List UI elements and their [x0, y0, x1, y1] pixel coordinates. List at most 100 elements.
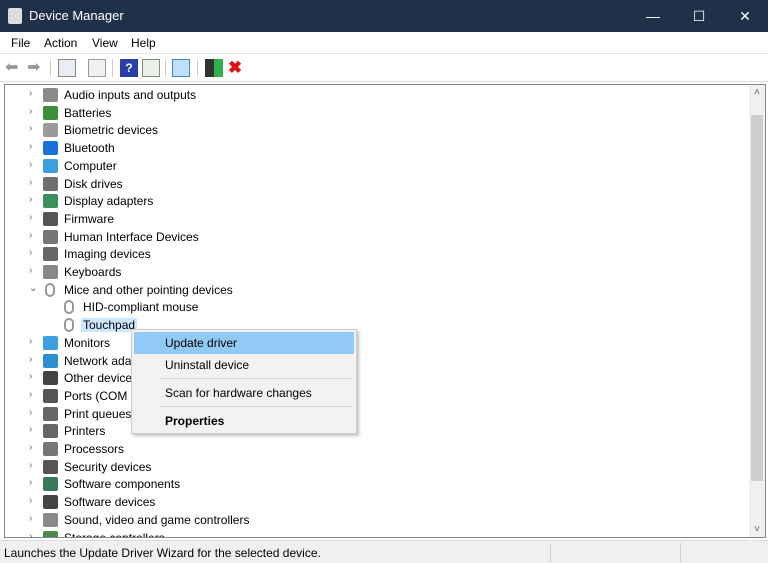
- chevron-right-icon[interactable]: ›: [29, 123, 39, 134]
- forward-icon[interactable]: ➡: [27, 59, 45, 77]
- minimize-button[interactable]: —: [630, 0, 676, 32]
- tree-item[interactable]: › Human Interface Devices: [5, 228, 749, 246]
- device-icon: [43, 495, 58, 510]
- uninstall-icon[interactable]: ✖: [226, 59, 244, 77]
- tree-item[interactable]: › Software devices: [5, 493, 749, 511]
- tree-item[interactable]: › Computer: [5, 157, 749, 175]
- tree-item[interactable]: Touchpad: [5, 316, 749, 334]
- tree-item[interactable]: › Disk drives: [5, 175, 749, 193]
- chevron-right-icon[interactable]: ›: [29, 513, 39, 524]
- toolbar: ⬅ ➡ ? ✖: [0, 54, 768, 82]
- tree-item[interactable]: › Audio inputs and outputs: [5, 86, 749, 104]
- tree-item[interactable]: ⌄ Mice and other pointing devices: [5, 281, 749, 299]
- tree-item-label: Monitors: [64, 335, 111, 350]
- chevron-right-icon[interactable]: ›: [29, 247, 39, 258]
- menu-separator: [160, 406, 352, 407]
- chevron-right-icon[interactable]: ›: [29, 177, 39, 188]
- chevron-down-icon[interactable]: ⌄: [29, 283, 39, 294]
- tree-item-label: Computer: [64, 158, 117, 173]
- chevron-right-icon[interactable]: ›: [29, 389, 39, 400]
- chevron-right-icon[interactable]: ›: [29, 371, 39, 382]
- chevron-right-icon[interactable]: ›: [29, 106, 39, 117]
- chevron-right-icon[interactable]: ›: [29, 230, 39, 241]
- speaker-icon: [43, 88, 58, 102]
- chevron-right-icon[interactable]: ›: [29, 477, 39, 488]
- tree-item[interactable]: › Keyboards: [5, 263, 749, 281]
- scrollbar-thumb[interactable]: [751, 115, 763, 481]
- chevron-right-icon[interactable]: ›: [29, 336, 39, 347]
- tree-item-label: Security devices: [64, 459, 152, 474]
- tree-item-label: Print queues: [64, 406, 132, 421]
- action-pane-icon[interactable]: [142, 59, 160, 77]
- tree-item-label: Firmware: [64, 211, 114, 226]
- tree-item[interactable]: › Processors: [5, 440, 749, 458]
- chevron-right-icon[interactable]: ›: [29, 265, 39, 276]
- menu-file[interactable]: File: [11, 36, 30, 50]
- chevron-right-icon[interactable]: ›: [29, 531, 39, 538]
- tree-item[interactable]: › Storage controllers: [5, 529, 749, 538]
- chevron-right-icon[interactable]: ›: [29, 212, 39, 223]
- scroll-down-icon[interactable]: ˅: [749, 524, 765, 535]
- chevron-right-icon[interactable]: ›: [29, 442, 39, 453]
- tree-item[interactable]: › Software components: [5, 475, 749, 493]
- close-button[interactable]: ✕: [722, 0, 768, 32]
- chevron-right-icon[interactable]: ›: [29, 407, 39, 418]
- tree-item-label: Processors: [64, 442, 125, 456]
- tree-item[interactable]: › Ports (COM & LPT): [5, 387, 749, 405]
- tree-item[interactable]: › Imaging devices: [5, 245, 749, 263]
- maximize-button[interactable]: ☐: [676, 0, 722, 32]
- tree-item[interactable]: › Batteries: [5, 104, 749, 122]
- bluetooth-icon: [43, 141, 58, 156]
- vertical-scrollbar[interactable]: ˄ ˅: [749, 85, 765, 537]
- help-icon[interactable]: ?: [120, 59, 138, 77]
- menu-action[interactable]: Action: [44, 36, 77, 50]
- tree-item-label: Imaging devices: [64, 247, 151, 262]
- chevron-right-icon[interactable]: ›: [29, 354, 39, 365]
- chevron-right-icon[interactable]: ›: [29, 141, 39, 152]
- tree-item[interactable]: HID-compliant mouse: [5, 298, 749, 316]
- tree-item[interactable]: › Monitors: [5, 334, 749, 352]
- storage-icon: [43, 530, 58, 537]
- tree-item-label: Batteries: [64, 105, 112, 120]
- menu-item-update-driver[interactable]: Update driver: [134, 332, 354, 354]
- tree-item[interactable]: › Display adapters: [5, 192, 749, 210]
- disk-icon: [43, 176, 58, 191]
- menu-item-uninstall-device[interactable]: Uninstall device: [134, 354, 354, 376]
- chevron-right-icon[interactable]: ›: [29, 194, 39, 205]
- chevron-right-icon[interactable]: ›: [29, 159, 39, 170]
- menu-view[interactable]: View: [92, 36, 118, 50]
- menu-help[interactable]: Help: [131, 36, 156, 50]
- keyboard-icon: [43, 265, 58, 279]
- chevron-right-icon[interactable]: ›: [29, 460, 39, 471]
- back-icon[interactable]: ⬅: [5, 59, 23, 77]
- battery-icon: [43, 105, 58, 120]
- chevron-right-icon[interactable]: ›: [29, 424, 39, 435]
- scan-hardware-icon[interactable]: [172, 59, 190, 77]
- show-hide-console-tree-icon[interactable]: [58, 59, 76, 77]
- menu-item-scan-hardware[interactable]: Scan for hardware changes: [134, 382, 354, 404]
- tree-item[interactable]: › Firmware: [5, 210, 749, 228]
- toolbar-separator: [197, 59, 198, 77]
- update-driver-icon[interactable]: [205, 59, 223, 77]
- tree-item[interactable]: › Biometric devices: [5, 121, 749, 139]
- tree-item-label: Disk drives: [64, 176, 123, 191]
- port-icon: [43, 388, 58, 403]
- tree-item[interactable]: › Network adapters: [5, 352, 749, 370]
- tree-item[interactable]: › Security devices: [5, 458, 749, 476]
- tree-item[interactable]: › Bluetooth: [5, 139, 749, 157]
- menu-item-properties[interactable]: Properties: [134, 410, 354, 432]
- properties-icon[interactable]: [88, 59, 106, 77]
- tree-item[interactable]: › Sound, video and game controllers: [5, 511, 749, 529]
- unknown-device-icon: [43, 371, 58, 386]
- chevron-right-icon[interactable]: ›: [29, 495, 39, 506]
- tree-item-label: Touchpad: [81, 318, 138, 333]
- scroll-up-icon[interactable]: ˄: [749, 87, 765, 98]
- menu-separator: [160, 378, 352, 379]
- tree-item[interactable]: › Print queues: [5, 405, 749, 423]
- toolbar-separator: [50, 59, 51, 77]
- tree-item[interactable]: › Printers: [5, 422, 749, 440]
- chevron-right-icon[interactable]: ›: [29, 88, 39, 99]
- tree-item[interactable]: › Other devices: [5, 369, 749, 387]
- status-divider: [550, 543, 551, 562]
- speaker-icon: [43, 512, 58, 527]
